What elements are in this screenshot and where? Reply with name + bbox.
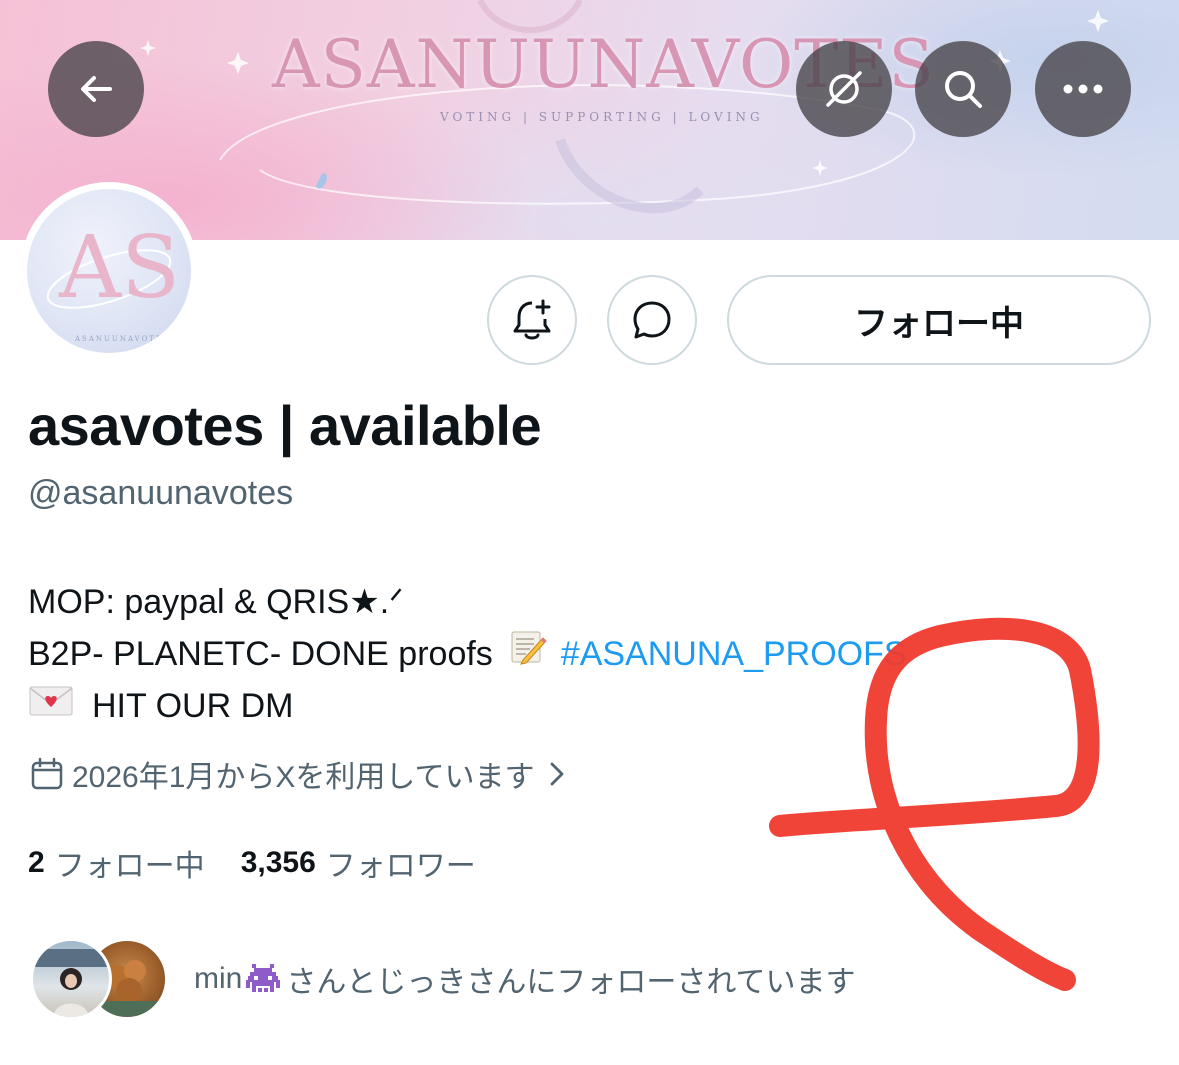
grok-button[interactable]	[796, 41, 892, 137]
user-handle: @asanuunavotes	[28, 474, 294, 512]
followers-stat[interactable]: 3,356 フォロワー	[241, 841, 476, 885]
chevron-right-icon	[550, 762, 563, 786]
message-bubble-icon	[633, 301, 671, 339]
bio-line-3: HIT OUR DM	[28, 680, 907, 732]
join-date[interactable]: 2026年1月からXを利用しています	[30, 754, 573, 794]
bio-line-2: B2P- PLANETC- DONE proofs #ASANUNA_PROOF…	[28, 628, 907, 680]
bell-plus-icon	[513, 299, 551, 340]
followed-by-avatars	[30, 937, 168, 1021]
following-stat[interactable]: 2 フォロー中	[28, 841, 205, 885]
join-date-text: 2026年1月からXを利用しています	[72, 761, 535, 794]
more-button[interactable]	[1035, 41, 1131, 137]
search-icon	[945, 71, 982, 108]
back-button[interactable]	[48, 41, 144, 137]
search-button[interactable]	[915, 41, 1011, 137]
followed-by-row[interactable]: min さんとじっきさんにフォローされています	[30, 937, 855, 1021]
notifications-button[interactable]	[487, 275, 577, 365]
avatar-image: AS ASANUUNAVOTES	[27, 189, 191, 353]
love-letter-emoji-icon	[28, 680, 74, 732]
svg-text:ASANUUNAVOTES: ASANUUNAVOTES	[74, 335, 170, 343]
avatar-logo: AS ASANUUNAVOTES	[46, 218, 180, 343]
calendar-icon	[31, 757, 63, 790]
arrow-left-icon	[81, 76, 112, 102]
more-icon	[1063, 84, 1103, 94]
memo-emoji-icon	[509, 628, 547, 681]
banner-subtitle: VOTING | SUPPORTING | LOVING	[440, 110, 764, 124]
message-button[interactable]	[607, 275, 697, 365]
followers-label: フォロワー	[325, 850, 476, 883]
following-label: フォロー中	[54, 850, 205, 883]
follow-stats: 2 フォロー中 3,356 フォロワー	[28, 842, 512, 884]
svg-text:AS: AS	[58, 218, 180, 318]
following-count: 2	[28, 846, 45, 879]
profile-banner[interactable]: ASANUUNAVOTES VOTING | SUPPORTING | LOVI…	[0, 0, 1179, 240]
bio-text: B2P- PLANETC- DONE proofs	[28, 635, 493, 673]
bio-line-1: MOP: paypal & QRIS★.ᐟ	[28, 583, 404, 621]
grok-icon	[826, 71, 862, 107]
profile-avatar[interactable]: AS ASANUUNAVOTES	[20, 182, 198, 360]
followed-by-rest: さんとじっきさんにフォローされています	[286, 966, 856, 999]
bio-text: HIT OUR DM	[92, 687, 294, 725]
profile-bio: MOP: paypal & QRIS★.ᐟ B2P- PLANETC- DONE…	[28, 576, 907, 732]
alien-monster-emoji-icon	[246, 964, 281, 994]
followers-count: 3,356	[240, 846, 316, 879]
hashtag-link[interactable]: #ASANUNA_PROOFS	[561, 628, 907, 680]
display-name: asavotes | available	[28, 394, 542, 457]
followed-by-text: min さんとじっきさんにフォローされています	[194, 957, 855, 1001]
avatar	[30, 938, 112, 1020]
following-button[interactable]: フォロー中	[727, 275, 1151, 365]
followed-by-name: min	[194, 962, 243, 995]
